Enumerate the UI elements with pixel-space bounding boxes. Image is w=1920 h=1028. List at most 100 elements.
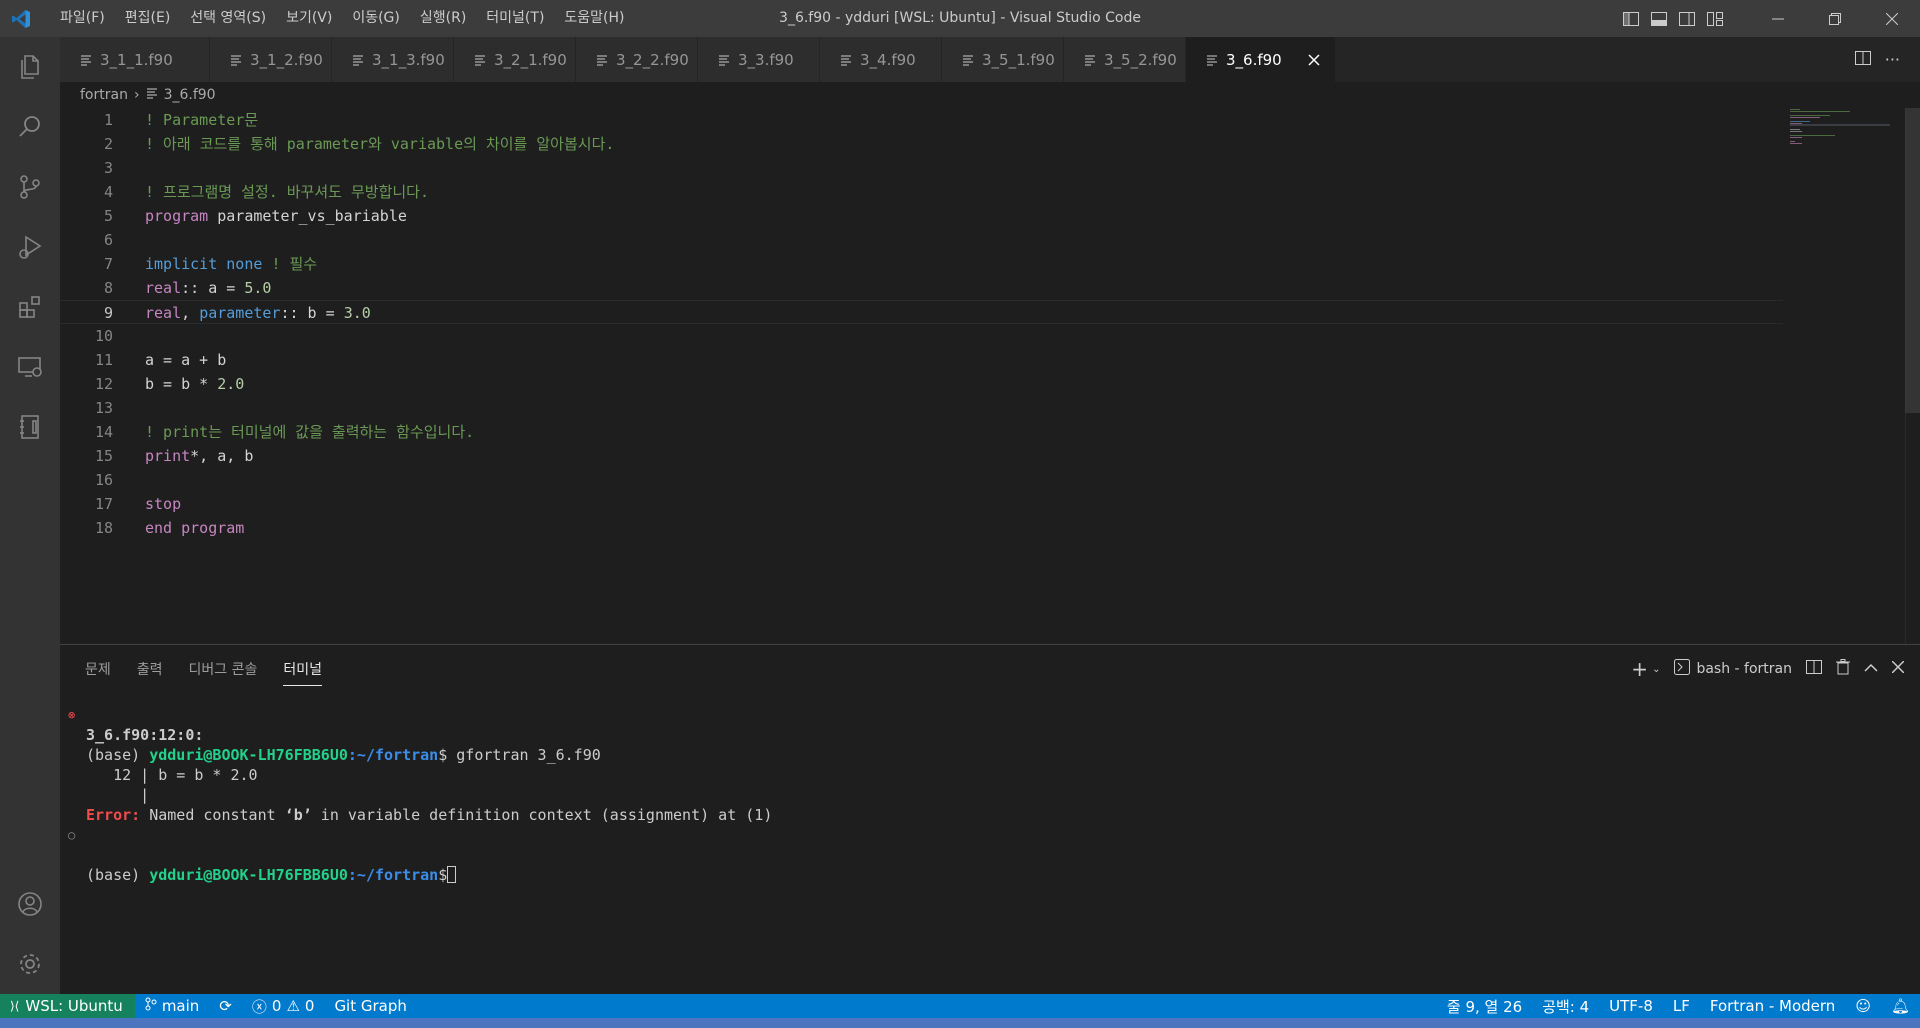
split-terminal-icon[interactable]	[1806, 659, 1822, 679]
source-control-icon[interactable]	[0, 157, 60, 217]
editor-scrollbar-thumb[interactable]	[1905, 108, 1920, 413]
more-actions-icon[interactable]: ···	[1885, 50, 1900, 69]
menu-item-0[interactable]: 파일(F)	[50, 0, 115, 37]
terminal-cursor	[447, 866, 457, 883]
code-line[interactable]: 4 ! 프로그램명 설정. 바꾸셔도 무방합니다.	[60, 180, 1905, 204]
code-line[interactable]: 6	[60, 228, 1905, 252]
code-line[interactable]: 10	[60, 324, 1905, 348]
search-icon[interactable]	[0, 97, 60, 157]
restore-button[interactable]	[1806, 0, 1863, 37]
panel-tab-2[interactable]: 디버그 콘솔	[189, 659, 258, 686]
line-number: 11	[94, 351, 113, 369]
menu-item-5[interactable]: 실행(R)	[410, 0, 476, 37]
split-editor-icon[interactable]	[1854, 50, 1871, 70]
new-terminal-icon[interactable]: +	[1631, 657, 1648, 681]
toggle-secondary-sidebar-icon[interactable]	[1673, 0, 1701, 37]
code-line[interactable]: 18 end program	[60, 516, 1905, 540]
end-of-line[interactable]: LF	[1663, 994, 1700, 1018]
menu-item-3[interactable]: 보기(V)	[276, 0, 342, 37]
git-branch[interactable]: main	[135, 994, 209, 1018]
toggle-primary-sidebar-icon[interactable]	[1617, 0, 1645, 37]
trash-icon[interactable]	[1836, 659, 1850, 679]
remote-indicator[interactable]: ⟩⟨ WSL: Ubuntu	[0, 994, 135, 1018]
menu-item-6[interactable]: 터미널(T)	[476, 0, 554, 37]
terminal-selector[interactable]: bash - fortran	[1674, 659, 1792, 679]
code-line[interactable]: 3	[60, 156, 1905, 180]
tab-7[interactable]: 3_5_1.f90	[942, 37, 1064, 82]
code-line[interactable]: 5 program parameter_vs_bariable	[60, 204, 1905, 228]
code-text: stop	[145, 495, 182, 513]
language-mode[interactable]: Fortran - Modern	[1700, 994, 1845, 1018]
menu-item-7[interactable]: 도움말(H)	[554, 0, 634, 37]
close-tab-icon[interactable]	[1305, 53, 1323, 66]
code-line[interactable]: 2 ! 아래 코드를 통해 parameter와 variable의 차이를 알아…	[60, 132, 1905, 156]
tab-9[interactable]: 3_6.f90	[1186, 37, 1336, 82]
extensions-icon[interactable]	[0, 277, 60, 337]
panel-tab-0[interactable]: 문제	[85, 659, 111, 686]
panel-tab-1[interactable]: 출력	[137, 659, 163, 686]
line-number: 2	[103, 135, 113, 153]
breadcrumb-folder[interactable]: fortran	[80, 87, 128, 103]
tab-1[interactable]: 3_1_2.f90	[210, 37, 332, 82]
indentation[interactable]: 공백: 4	[1532, 994, 1599, 1018]
code-line[interactable]: 12 b = b * 2.0	[60, 372, 1905, 396]
customize-layout-icon[interactable]	[1701, 0, 1729, 37]
tab-6[interactable]: 3_4.f90	[820, 37, 942, 82]
notebook-icon[interactable]	[0, 397, 60, 457]
sync-icon[interactable]: ⟳	[209, 994, 242, 1018]
notifications-bell-icon[interactable]: 🔔︎	[1881, 994, 1920, 1018]
feedback-icon[interactable]: ☺	[1845, 994, 1881, 1018]
file-lines-icon	[840, 54, 854, 66]
tab-5[interactable]: 3_3.f90	[698, 37, 820, 82]
minimap[interactable]	[1790, 108, 1890, 148]
tab-label: 3_6.f90	[1226, 50, 1282, 69]
code-line[interactable]: 1 ! Parameter문	[60, 108, 1905, 132]
breadcrumb-file[interactable]: 3_6.f90	[164, 87, 216, 103]
tab-8[interactable]: 3_5_2.f90	[1064, 37, 1186, 82]
minimize-button[interactable]	[1749, 0, 1806, 37]
menu-bar: 파일(F) 편집(E) 선택 영역(S) 보기(V) 이동(G) 실행(R) 터미널(T) 도…	[42, 0, 635, 37]
close-panel-icon[interactable]	[1891, 660, 1905, 677]
error-message-line: Error: Named constant ‘b’ in variable de…	[86, 806, 773, 824]
panel-tabs: 문제 출력 디버그 콘솔 터미널	[85, 659, 323, 686]
file-lines-icon	[1084, 54, 1098, 66]
maximize-panel-icon[interactable]	[1864, 661, 1878, 677]
explorer-icon[interactable]	[0, 37, 60, 97]
problems-indicator[interactable]: ⓧ 0 ⚠ 0	[242, 994, 325, 1018]
toggle-panel-icon[interactable]	[1645, 0, 1673, 37]
code-text: b = b * 2.0	[145, 375, 245, 393]
code-line[interactable]: 11 a = a + b	[60, 348, 1905, 372]
code-line[interactable]: 9 real, parameter:: b = 3.0	[60, 300, 1783, 324]
menu-item-2[interactable]: 선택 영역(S)	[180, 0, 276, 37]
code-text: ! Parameter문	[145, 111, 259, 129]
code-line[interactable]: 17 stop	[60, 492, 1905, 516]
chevron-down-icon[interactable]: ⌄	[1652, 664, 1660, 675]
remote-explorer-icon[interactable]	[0, 337, 60, 397]
close-window-button[interactable]	[1863, 0, 1920, 37]
cursor-position[interactable]: 줄 9, 열 26	[1437, 994, 1532, 1018]
terminal-name: bash - fortran	[1696, 661, 1792, 677]
account-icon[interactable]	[0, 874, 60, 934]
source-excerpt-line: 12 | b = b * 2.0	[113, 766, 258, 784]
git-graph-button[interactable]: Git Graph	[324, 994, 416, 1018]
panel-tab-3[interactable]: 터미널	[283, 659, 323, 686]
code-line[interactable]: 7 implicit none ! 필수	[60, 252, 1905, 276]
run-debug-icon[interactable]	[0, 217, 60, 277]
encoding[interactable]: UTF-8	[1599, 994, 1663, 1018]
code-line[interactable]: 14 ! print는 터미널에 값을 출력하는 함수입니다.	[60, 420, 1905, 444]
tab-2[interactable]: 3_1_3.f90	[332, 37, 454, 82]
code-line[interactable]: 16	[60, 468, 1905, 492]
code-line[interactable]: 8 real:: a = 5.0	[60, 276, 1905, 300]
code-editor[interactable]: 1 ! Parameter문 2 ! 아래 코드를 통해 parameter와 var…	[60, 108, 1905, 644]
terminal-output[interactable]: ⊗ (base) ydduri@BOOK-LH76FBB6U0:~/fortra…	[60, 705, 1920, 884]
code-line[interactable]: 15 print*, a, b	[60, 444, 1905, 468]
tab-3[interactable]: 3_2_1.f90	[454, 37, 576, 82]
menu-item-4[interactable]: 이동(G)	[342, 0, 410, 37]
code-text: ! 프로그램명 설정. 바꾸셔도 무방합니다.	[145, 183, 430, 201]
settings-gear-icon[interactable]	[0, 934, 60, 994]
tab-4[interactable]: 3_2_2.f90	[576, 37, 698, 82]
menu-item-1[interactable]: 편집(E)	[115, 0, 181, 37]
tab-label: 3_5_1.f90	[982, 50, 1055, 69]
tab-0[interactable]: 3_1_1.f90	[60, 37, 210, 82]
code-line[interactable]: 13	[60, 396, 1905, 420]
